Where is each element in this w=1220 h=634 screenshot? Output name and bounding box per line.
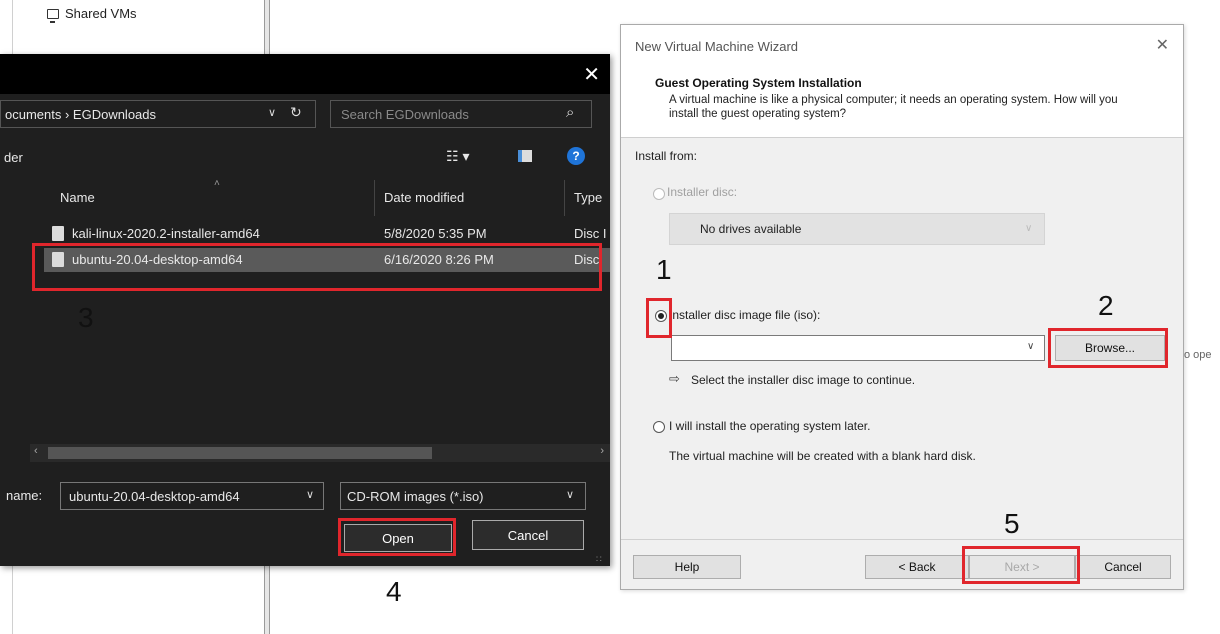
installer-disc-radio[interactable]: [653, 188, 665, 200]
install-later-radio[interactable]: [653, 421, 665, 433]
file-date: 5/8/2020 5:35 PM: [384, 226, 487, 241]
search-input[interactable]: Search EGDownloads: [330, 100, 592, 128]
chevron-down-icon[interactable]: ∨: [566, 488, 574, 501]
highlight-next-button: [962, 546, 1080, 584]
step-number-5: 5: [1004, 508, 1020, 539]
filename-label: name:: [6, 488, 43, 503]
column-divider[interactable]: [564, 180, 565, 216]
chevron-down-icon[interactable]: ∨: [306, 488, 314, 501]
install-later-description: The virtual machine will be created with…: [669, 449, 976, 463]
page-title: Guest Operating System Installation: [655, 76, 862, 90]
filename-input[interactable]: ubuntu-20.04-desktop-amd64: [60, 482, 324, 510]
column-header-row: Name ˄ Date modified Type: [44, 178, 610, 216]
help-button[interactable]: Help: [633, 555, 741, 579]
close-icon[interactable]: ✕: [1156, 35, 1169, 55]
library-item-shared-vms[interactable]: Shared VMs: [47, 6, 137, 23]
file-icon: [52, 226, 64, 241]
step-number-4: 4: [386, 576, 402, 607]
step-number-1: 1: [656, 254, 672, 285]
column-name[interactable]: Name: [60, 190, 95, 205]
install-from-label: Install from:: [635, 149, 698, 163]
file-name: kali-linux-2020.2-installer-amd64: [72, 226, 260, 241]
install-later-label[interactable]: I will install the operating system late…: [669, 419, 870, 433]
refresh-icon[interactable]: ↻: [290, 104, 302, 121]
highlight-iso-radio: [646, 298, 672, 338]
hint-text: Select the installer disc image to conti…: [691, 373, 916, 387]
scroll-right-icon[interactable]: ›: [600, 445, 604, 457]
highlight-open-button: [338, 518, 456, 556]
view-options-icon[interactable]: ☷ ▾: [446, 148, 469, 165]
step-number-2: 2: [1098, 290, 1114, 321]
preview-pane-icon[interactable]: [518, 150, 532, 162]
column-date-modified[interactable]: Date modified: [384, 190, 464, 205]
horizontal-scrollbar[interactable]: ‹ ›: [30, 444, 610, 462]
help-icon[interactable]: ?: [567, 147, 585, 165]
installer-disc-label[interactable]: Installer disc:: [667, 185, 737, 199]
resize-grip-icon[interactable]: ∷: [596, 554, 602, 565]
scrollbar-thumb[interactable]: [48, 447, 432, 459]
column-type[interactable]: Type: [574, 190, 602, 205]
chevron-down-icon[interactable]: ∨: [268, 106, 276, 119]
new-folder-label[interactable]: der: [4, 150, 23, 165]
highlight-browse-button: [1048, 328, 1168, 368]
shared-vms-icon: [47, 8, 59, 23]
disc-image-label[interactable]: Installer disc image file (iso):: [669, 308, 820, 322]
wizard-title: New Virtual Machine Wizard: [635, 39, 799, 54]
cancel-button[interactable]: Cancel: [1075, 555, 1171, 579]
footer-divider: [621, 539, 1183, 540]
file-type: Disc I: [574, 226, 607, 241]
arrow-right-icon: ⇨: [669, 371, 680, 386]
filetype-select[interactable]: CD-ROM images (*.iso): [340, 482, 586, 510]
shared-vms-label: Shared VMs: [65, 6, 137, 21]
back-button[interactable]: < Back: [865, 555, 969, 579]
drives-select[interactable]: No drives available: [669, 213, 1045, 245]
step-number-3: 3: [78, 302, 94, 333]
close-icon[interactable]: ✕: [583, 62, 600, 87]
dialog-titlebar: ✕: [0, 54, 610, 94]
iso-path-input[interactable]: [671, 335, 1045, 361]
search-icon[interactable]: ⌕: [566, 104, 574, 121]
page-description: A virtual machine is like a physical com…: [669, 94, 1118, 120]
column-divider[interactable]: [374, 180, 375, 216]
chevron-down-icon[interactable]: ∨: [1025, 223, 1032, 234]
highlight-selected-file: [32, 243, 602, 291]
background-partial-text: o ope: [1184, 349, 1212, 361]
scroll-left-icon[interactable]: ‹: [34, 445, 38, 457]
wizard-header: New Virtual Machine Wizard ✕ Guest Opera…: [621, 25, 1183, 138]
cancel-button[interactable]: Cancel: [472, 520, 584, 550]
sort-ascending-icon: ˄: [214, 178, 220, 189]
chevron-down-icon[interactable]: ∨: [1027, 341, 1034, 352]
